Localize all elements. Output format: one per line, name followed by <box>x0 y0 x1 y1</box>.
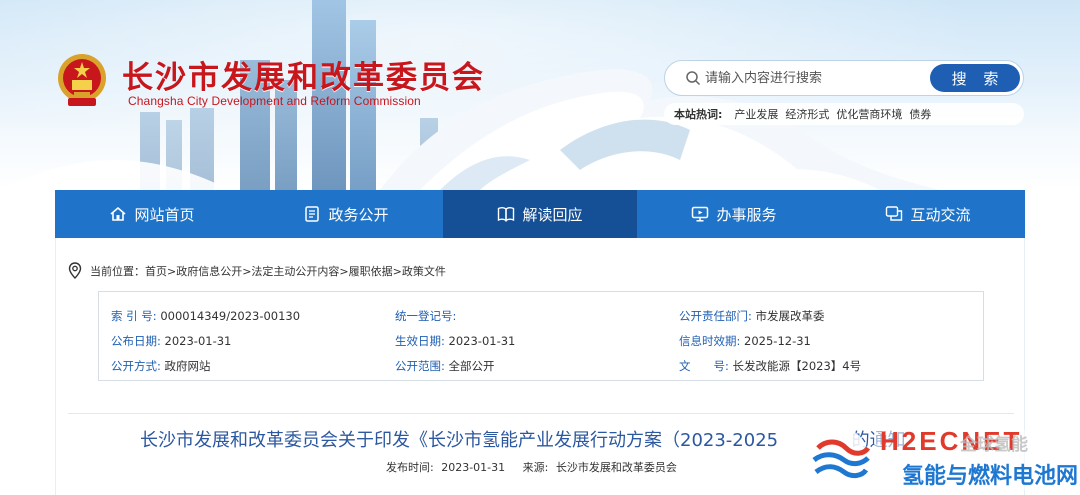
publish-info: 发布时间: 2023-01-31 来源: 长沙市发展和改革委员会 <box>386 459 681 475</box>
meta-value: 000014349/2023-00130 <box>160 309 301 323</box>
nav-item-label: 政务公开 <box>328 205 389 224</box>
document-icon <box>305 206 320 222</box>
watermark-logo: H2ECNET 全球氢能 氢能与燃料电池网 <box>804 418 1080 495</box>
search-button[interactable]: 搜 索 <box>930 64 1020 92</box>
meta-label: 公布日期: <box>111 334 161 348</box>
monitor-icon <box>692 206 709 222</box>
meta-value: 市发展改革委 <box>755 309 825 323</box>
search-input[interactable] <box>705 67 915 89</box>
nav-item-label: 解读回应 <box>522 205 583 224</box>
search-icon <box>686 71 701 86</box>
breadcrumb-path[interactable]: 首页>政府信息公开>法定主动公开内容>履职依据>政策文件 <box>145 263 446 279</box>
meta-value: 2023-01-31 <box>448 334 516 348</box>
home-icon <box>110 206 127 221</box>
nav-item-label: 办事服务 <box>716 205 777 224</box>
source-label: 来源: <box>522 461 549 474</box>
meta-label: 公开责任部门: <box>679 309 752 323</box>
hot-words-label: 本站热词: <box>674 108 723 121</box>
nav-item-services[interactable]: 办事服务 <box>637 190 831 238</box>
meta-unified-reg: 统一登记号: <box>395 308 456 324</box>
nav-item-gov-info[interactable]: 政务公开 <box>249 190 443 238</box>
site-title-english: Changsha City Development and Reform Com… <box>128 94 421 108</box>
hot-word-link[interactable]: 优化营商环境 <box>836 106 902 122</box>
article-title-main: 长沙市发展和改革委员会关于印发《长沙市氢能产业发展行动方案（2023-2025 <box>140 430 779 451</box>
meta-scope: 公开范围: 全部公开 <box>395 358 495 374</box>
publish-time-value: 2023-01-31 <box>441 461 506 474</box>
meta-value: 全部公开 <box>448 359 495 373</box>
hot-word-link[interactable]: 债券 <box>909 106 931 122</box>
meta-value: 2023-01-31 <box>164 334 232 348</box>
meta-publish-date: 公布日期: 2023-01-31 <box>111 333 231 349</box>
search-box: 搜 索 <box>664 60 1024 96</box>
hot-words-bar: 本站热词: 产业发展 经济形式 优化营商环境 债券 <box>664 103 1024 125</box>
source-value: 长沙市发展和改革委员会 <box>555 461 677 474</box>
breadcrumb: 当前位置： 首页>政府信息公开>法定主动公开内容>履职依据>政策文件 <box>68 262 446 279</box>
main-nav: 网站首页 政务公开 解读回应 办事服务 互动交流 <box>55 190 1025 238</box>
nav-item-label: 互动交流 <box>910 205 971 224</box>
meta-label: 公开方式: <box>111 359 161 373</box>
watermark-faded-text: 全球氢能 <box>960 435 1028 455</box>
watermark-tagline: 氢能与燃料电池网 <box>902 464 1079 489</box>
nav-item-interpretation[interactable]: 解读回应 <box>443 190 637 238</box>
hot-word-link[interactable]: 产业发展 <box>734 106 778 122</box>
meta-value: 政府网站 <box>164 359 211 373</box>
location-pin-icon <box>68 262 82 279</box>
publish-time-label: 发布时间: <box>386 461 434 474</box>
national-emblem-icon <box>58 54 106 106</box>
book-icon <box>498 207 515 222</box>
meta-label: 信息时效期: <box>679 334 741 348</box>
meta-index: 索 引 号: 000014349/2023-00130 <box>111 308 300 324</box>
meta-label: 文 号: <box>679 359 729 373</box>
meta-value: 2025-12-31 <box>744 334 811 348</box>
divider <box>68 413 1014 414</box>
meta-validity: 信息时效期: 2025-12-31 <box>679 333 811 349</box>
nav-item-home[interactable]: 网站首页 <box>55 190 249 238</box>
document-metadata-table: 索 引 号: 000014349/2023-00130 统一登记号: 公开责任部… <box>98 291 984 381</box>
meta-effective-date: 生效日期: 2023-01-31 <box>395 333 515 349</box>
chat-icon <box>886 206 903 221</box>
hot-word-link[interactable]: 经济形式 <box>785 106 829 122</box>
article-title: 长沙市发展和改革委员会关于印发《长沙市氢能产业发展行动方案（2023-2025 … <box>140 426 906 452</box>
meta-label: 统一登记号: <box>395 309 457 323</box>
meta-value: 长发改能源【2023】4号 <box>732 359 862 373</box>
site-title: 长沙市发展和改革委员会 <box>122 60 485 96</box>
meta-label: 生效日期: <box>395 334 445 348</box>
meta-department: 公开责任部门: 市发展改革委 <box>679 308 825 324</box>
meta-document-number: 文 号: 长发改能源【2023】4号 <box>679 358 861 374</box>
nav-item-interaction[interactable]: 互动交流 <box>831 190 1025 238</box>
nav-item-label: 网站首页 <box>134 205 195 224</box>
meta-method: 公开方式: 政府网站 <box>111 358 211 374</box>
meta-label: 公开范围: <box>395 359 445 373</box>
breadcrumb-prefix: 当前位置： <box>90 264 145 278</box>
meta-label: 索 引 号: <box>111 309 157 323</box>
header-banner: 长沙市发展和改革委员会 Changsha City Development an… <box>0 0 1080 190</box>
